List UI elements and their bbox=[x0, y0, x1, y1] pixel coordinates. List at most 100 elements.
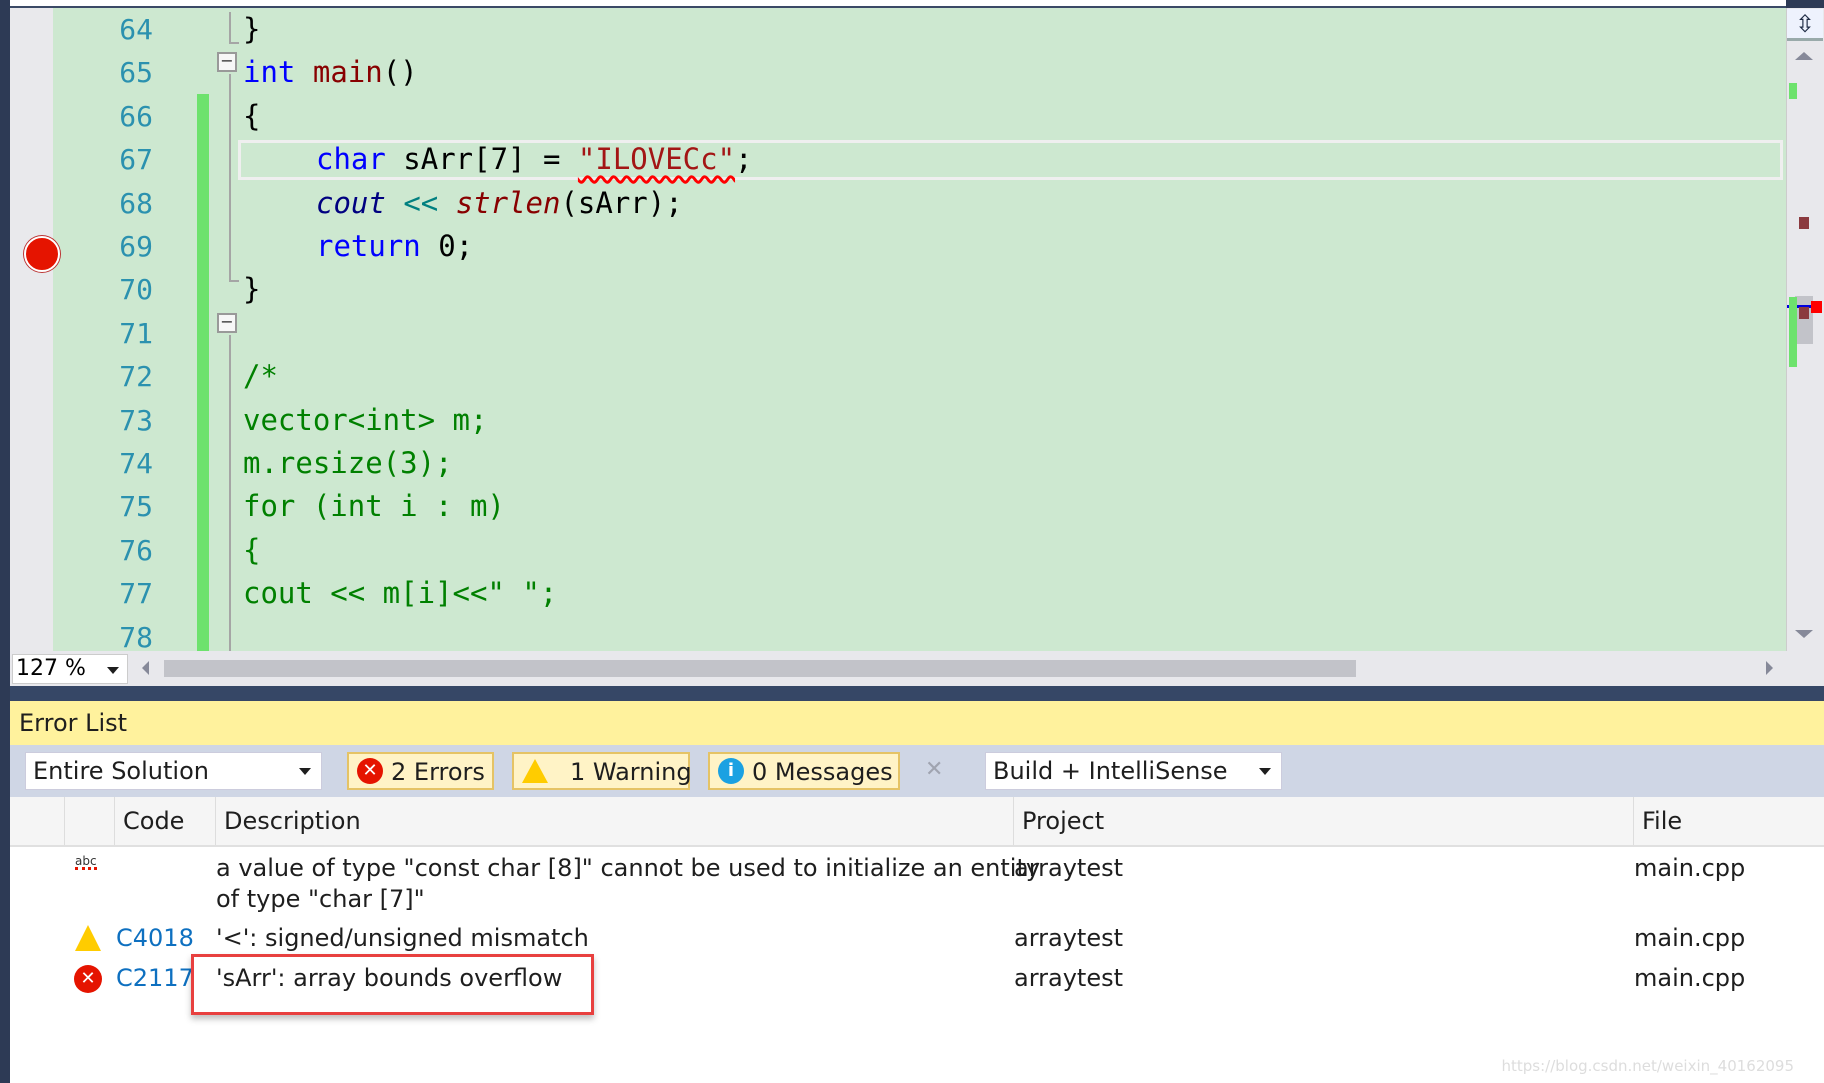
line-number: 69 bbox=[119, 230, 153, 263]
code-line[interactable]: { bbox=[243, 95, 260, 138]
change-tracking-bar bbox=[197, 94, 209, 651]
code-token: cout << m[i]<<" "; bbox=[243, 576, 558, 611]
error-list-grid: Code Description Project File abc a valu… bbox=[10, 797, 1824, 1083]
code-token: 0; bbox=[420, 229, 474, 263]
chevron-down-icon bbox=[107, 667, 119, 674]
change-marker bbox=[1789, 297, 1797, 367]
scroll-down-icon[interactable] bbox=[1795, 630, 1813, 638]
row-file: main.cpp bbox=[1634, 924, 1746, 952]
warnings-filter-button[interactable]: 1 Warning bbox=[512, 752, 692, 790]
code-line[interactable]: return 0; bbox=[316, 225, 473, 268]
line-number: 64 bbox=[119, 13, 153, 46]
column-header-description[interactable]: Description bbox=[215, 797, 1013, 845]
code-token: sArr[7] = bbox=[385, 142, 578, 177]
code-line[interactable]: { bbox=[243, 529, 260, 572]
watermark: https://blog.csdn.net/weixin_40162095 bbox=[1501, 1057, 1794, 1075]
scope-value: Entire Solution bbox=[33, 757, 209, 785]
line-number: 67 bbox=[119, 143, 153, 177]
code-token: "ILOVECc" bbox=[577, 142, 736, 177]
highlight-annotation-box bbox=[191, 954, 594, 1015]
line-number: 66 bbox=[119, 99, 153, 133]
code-token: main bbox=[312, 55, 383, 90]
row-file: main.cpp bbox=[1634, 964, 1746, 992]
code-token: ; bbox=[735, 142, 753, 177]
line-number: 72 bbox=[119, 360, 153, 394]
outline-line bbox=[229, 42, 239, 44]
error-icon: ✕ bbox=[74, 965, 102, 993]
intellisense-spell-icon: abc bbox=[75, 854, 97, 870]
code-token: () bbox=[382, 55, 418, 90]
code-line[interactable]: char sArr[7] = "ILOVECc"; bbox=[316, 138, 753, 181]
source-dropdown[interactable]: Build + IntelliSense bbox=[985, 752, 1282, 790]
warning-icon bbox=[522, 759, 548, 783]
row-code-link[interactable]: C2117 bbox=[116, 963, 194, 994]
breakpoint-marker bbox=[1799, 307, 1809, 319]
code-token: } bbox=[243, 272, 261, 307]
scroll-left-icon[interactable] bbox=[142, 661, 149, 675]
code-line[interactable]: } bbox=[243, 8, 260, 51]
error-marker bbox=[1811, 301, 1822, 313]
column-header-code[interactable]: Code bbox=[114, 797, 215, 845]
messages-filter-button[interactable]: i 0 Messages bbox=[708, 752, 900, 790]
errors-filter-button[interactable]: ✕ 2 Errors bbox=[347, 752, 494, 790]
row-description: of type "char [7]" bbox=[216, 885, 425, 913]
warning-icon bbox=[75, 925, 101, 951]
code-line[interactable]: cout << m[i]<<" "; bbox=[243, 572, 557, 615]
code-line[interactable]: int main() bbox=[243, 51, 418, 94]
code-token: return bbox=[316, 229, 421, 263]
indicator-margin[interactable] bbox=[10, 8, 53, 651]
column-header-project[interactable]: Project bbox=[1013, 797, 1633, 845]
code-token: int bbox=[243, 55, 296, 90]
code-token: strlen bbox=[455, 185, 561, 220]
outline-line bbox=[229, 12, 231, 44]
code-line[interactable]: } bbox=[243, 268, 260, 311]
collapse-comment-icon[interactable]: − bbox=[217, 313, 237, 333]
code-line[interactable]: vector<int> m; bbox=[243, 399, 487, 442]
row-project: arraytest bbox=[1014, 924, 1124, 952]
row-code-link[interactable]: C4018 bbox=[116, 923, 194, 954]
outline-line bbox=[229, 335, 231, 651]
clear-filter-icon[interactable]: ✕ bbox=[925, 752, 955, 790]
error-list-toolbar: Entire Solution ✕ 2 Errors 1 Warning i 0 M… bbox=[10, 745, 1824, 797]
outline-line bbox=[229, 74, 231, 282]
source-value: Build + IntelliSense bbox=[993, 757, 1228, 785]
line-number: 75 bbox=[119, 490, 153, 524]
line-number: 78 bbox=[119, 620, 153, 651]
code-line[interactable]: m.resize(3); bbox=[243, 442, 453, 485]
warnings-label: 1 Warning bbox=[570, 758, 692, 786]
error-list-title: Error List bbox=[10, 701, 1824, 745]
split-window-icon[interactable]: ⇳ bbox=[1787, 9, 1823, 41]
code-token: (sArr); bbox=[560, 185, 683, 220]
collapse-main-icon[interactable]: − bbox=[217, 52, 237, 72]
line-number: 73 bbox=[119, 403, 153, 437]
code-token: } bbox=[243, 12, 261, 46]
column-header-row: Code Description Project File bbox=[10, 797, 1824, 847]
horizontal-scroll-thumb[interactable] bbox=[164, 660, 1356, 677]
scroll-up-icon[interactable] bbox=[1795, 52, 1813, 60]
code-line[interactable]: /* bbox=[243, 355, 278, 398]
code-token: for (int i : m) bbox=[243, 489, 505, 524]
column-header-category[interactable] bbox=[64, 797, 114, 845]
messages-label: 0 Messages bbox=[752, 758, 893, 786]
breakpoint-marker bbox=[1799, 217, 1809, 229]
code-token: { bbox=[243, 532, 261, 567]
navigation-bar bbox=[10, 0, 1786, 8]
code-editor[interactable]: − − 64} 65 int main() 66 {67 char sArr[7] = "… bbox=[10, 8, 1786, 651]
scope-dropdown[interactable]: Entire Solution bbox=[25, 752, 322, 790]
line-number: 71 bbox=[119, 316, 153, 350]
zoom-dropdown[interactable]: 127 % bbox=[12, 654, 128, 684]
code-line[interactable]: for (int i : m) bbox=[243, 485, 505, 528]
code-token: cout bbox=[316, 185, 386, 220]
scroll-right-icon[interactable] bbox=[1766, 661, 1773, 675]
code-token: /* bbox=[243, 359, 278, 394]
window-border bbox=[0, 0, 10, 1083]
vertical-scrollbar[interactable]: ⇳ bbox=[1786, 8, 1824, 651]
code-line[interactable]: cout << strlen(sArr); bbox=[316, 182, 683, 225]
panel-splitter[interactable] bbox=[10, 686, 1824, 701]
editor-bottom-bar: 127 % bbox=[10, 651, 1824, 686]
info-icon: i bbox=[718, 758, 744, 784]
column-header-file[interactable]: File bbox=[1633, 797, 1824, 845]
code-token: << bbox=[403, 185, 439, 220]
